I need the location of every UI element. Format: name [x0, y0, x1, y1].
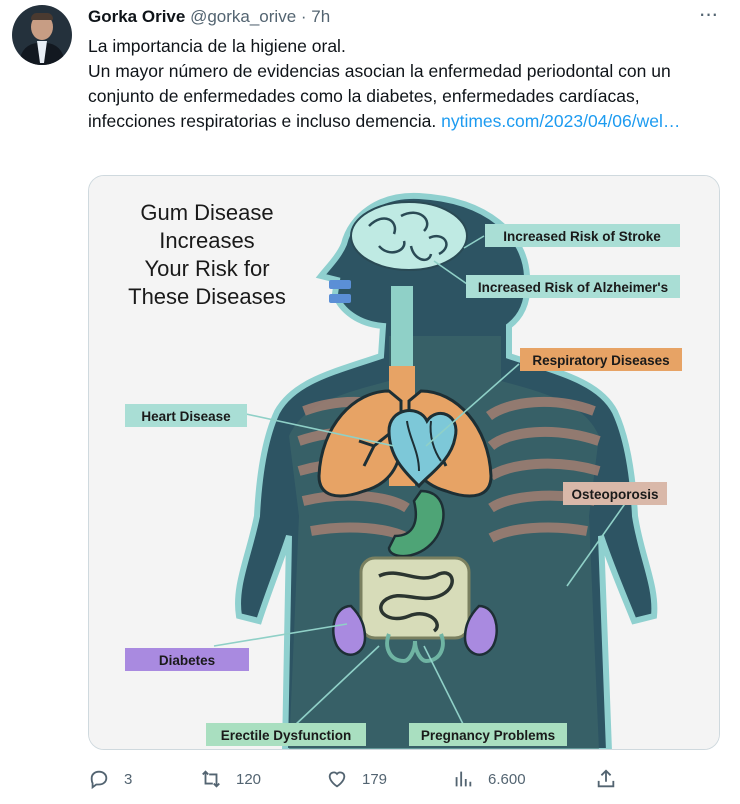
avatar-hair	[31, 13, 53, 20]
like-button[interactable]: 179	[326, 766, 387, 792]
reply-icon	[90, 770, 108, 790]
brain	[350, 201, 468, 271]
tweet-text: La importancia de la higiene oral. Un ma…	[88, 34, 728, 134]
views-button[interactable]: 6.600	[452, 766, 526, 792]
title-line-1: Gum Disease	[140, 200, 273, 225]
article-link[interactable]: nytimes.com/2023/04/06/wel…	[441, 111, 680, 131]
more-dots-icon[interactable]: ···	[696, 3, 720, 29]
tweet-text-line-2: Un mayor número de evidencias asocian la…	[88, 59, 728, 134]
avatar[interactable]	[12, 5, 72, 65]
label-respiratory: Respiratory Diseases	[532, 353, 669, 368]
label-alzheimers: Increased Risk of Alzheimer's	[478, 280, 668, 295]
author-name[interactable]: Gorka Orive	[88, 7, 185, 26]
infographic: Gum Disease Increases Your Risk for Thes…	[89, 176, 719, 749]
title-line-4: These Diseases	[128, 284, 286, 309]
view-count: 6.600	[488, 770, 526, 788]
author-handle[interactable]: @gorka_orive	[190, 7, 296, 26]
label-pregnancy: Pregnancy Problems	[421, 728, 555, 743]
label-osteoporosis: Osteoporosis	[571, 487, 658, 502]
intestines	[359, 556, 471, 640]
tweet-header: Gorka Orive @gorka_orive · 7h ···	[88, 3, 728, 29]
title-line-3: Your Risk for	[144, 256, 269, 281]
separator-dot: ·	[300, 7, 307, 26]
reply-count: 3	[124, 770, 133, 788]
label-erectile: Erectile Dysfunction	[221, 728, 352, 743]
tweet-actions: 3 120 179 6.600	[88, 766, 728, 792]
tweet-text-line-1: La importancia de la higiene oral.	[88, 36, 346, 56]
title-line-2: Increases	[159, 228, 254, 253]
tweet-media-image[interactable]: Gum Disease Increases Your Risk for Thes…	[88, 175, 720, 750]
retweet-count: 120	[236, 770, 262, 788]
heart-icon	[328, 771, 346, 788]
reply-button[interactable]: 3	[88, 766, 132, 792]
share-button[interactable]	[595, 766, 631, 792]
tweet-time[interactable]: 7h	[311, 7, 330, 26]
share-icon	[597, 769, 615, 788]
views-chart-icon	[455, 771, 472, 787]
retweet-icon	[202, 770, 220, 788]
label-stroke: Increased Risk of Stroke	[503, 229, 661, 244]
label-diabetes: Diabetes	[159, 653, 215, 668]
like-count: 179	[362, 770, 388, 788]
retweet-button[interactable]: 120	[200, 766, 261, 792]
label-heart: Heart Disease	[141, 409, 231, 424]
